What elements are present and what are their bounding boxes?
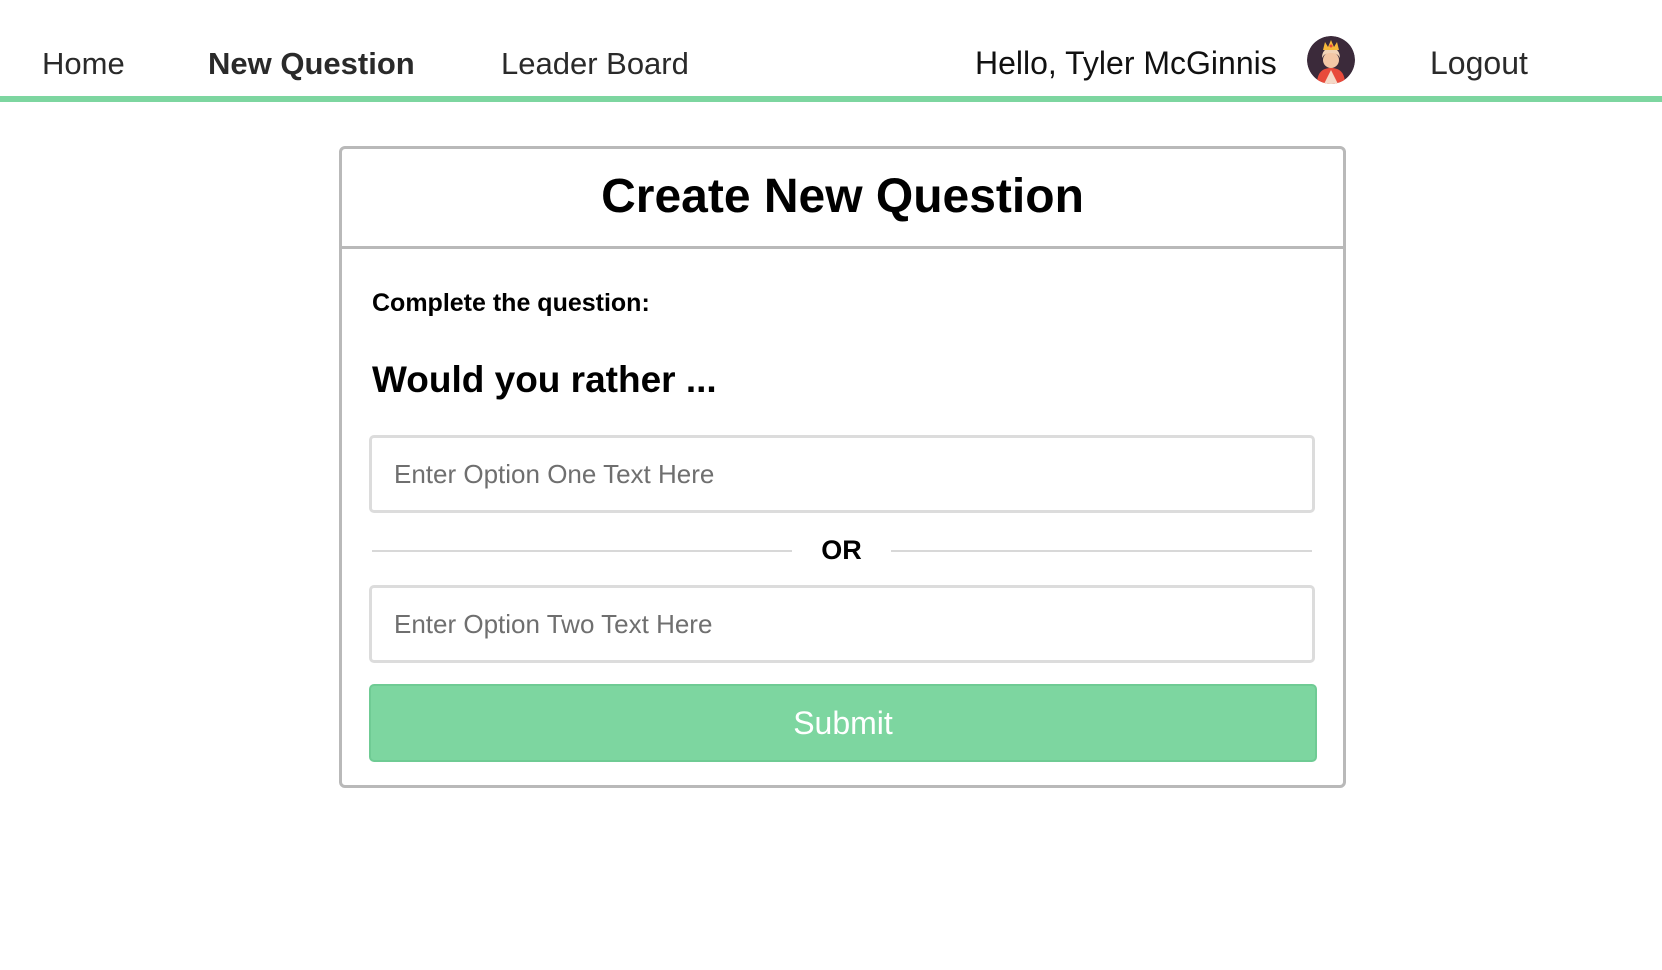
divider-line-left xyxy=(372,550,792,552)
user-greeting: Hello, Tyler McGinnis xyxy=(975,45,1277,81)
queen-avatar-icon xyxy=(1307,36,1355,84)
nav-leader-board-link[interactable]: Leader Board xyxy=(501,46,689,82)
create-question-card: Create New Question Complete the questio… xyxy=(339,146,1346,788)
option-one-input[interactable] xyxy=(369,435,1315,513)
logout-link[interactable]: Logout xyxy=(1430,45,1528,82)
or-divider: OR xyxy=(372,531,1312,571)
option-two-input[interactable] xyxy=(369,585,1315,663)
complete-question-label: Complete the question: xyxy=(372,289,650,317)
nav-home-link[interactable]: Home xyxy=(42,46,125,82)
top-navbar: Home New Question Leader Board Hello, Ty… xyxy=(0,0,1662,102)
or-label: OR xyxy=(821,535,862,565)
divider-line-right xyxy=(891,550,1312,552)
avatar xyxy=(1307,36,1355,84)
page-title: Create New Question xyxy=(601,170,1084,223)
would-you-rather-heading: Would you rather ... xyxy=(372,359,717,400)
submit-button[interactable]: Submit xyxy=(369,684,1317,762)
nav-new-question-link[interactable]: New Question xyxy=(208,46,415,82)
card-header: Create New Question xyxy=(342,149,1343,249)
